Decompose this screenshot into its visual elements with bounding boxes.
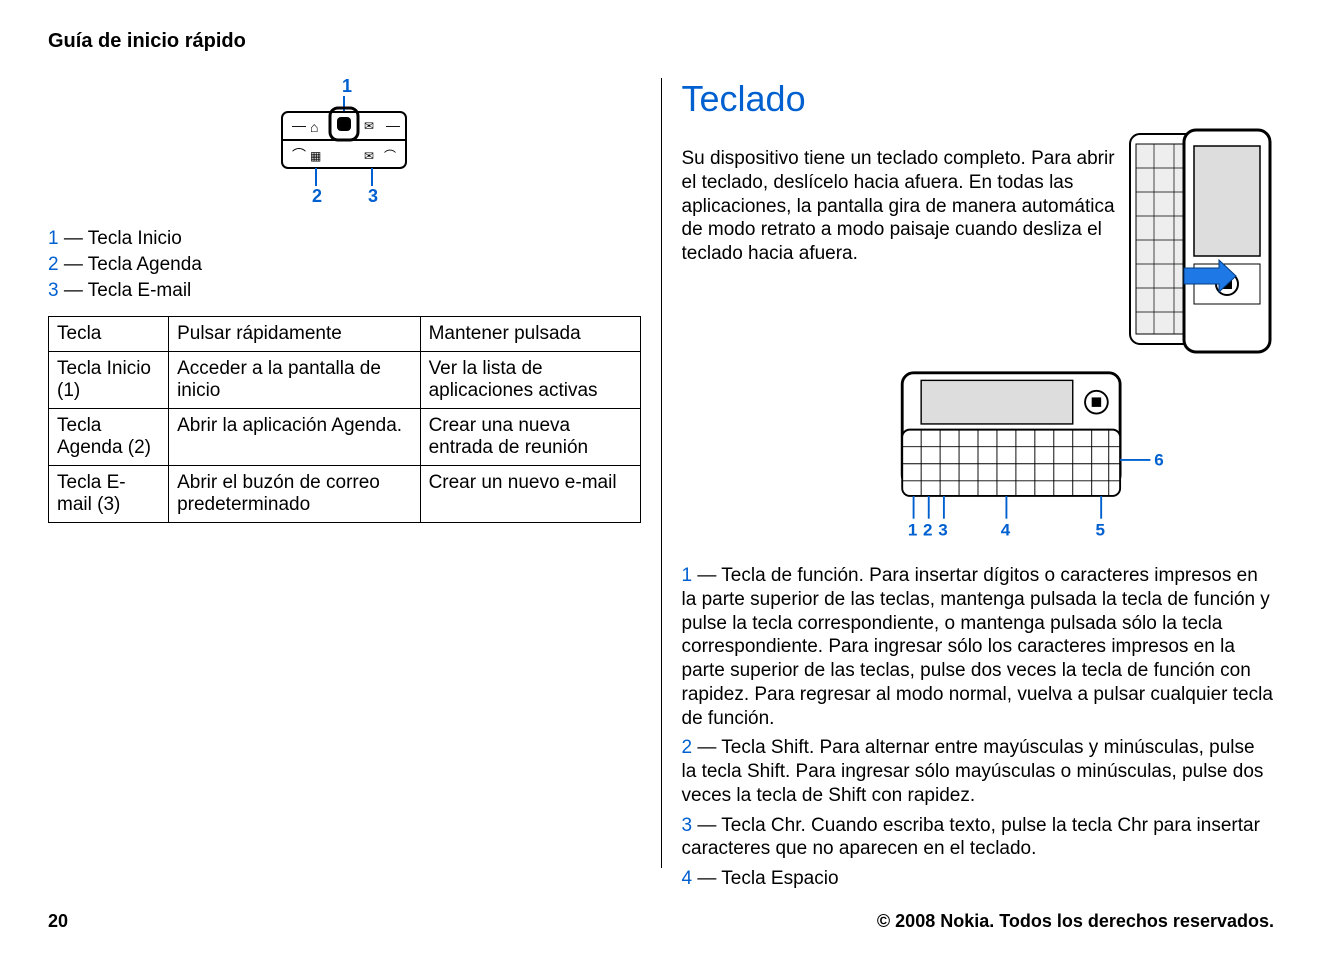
legend-text-3: — Tecla E-mail	[59, 280, 192, 301]
item-num-3: 3	[682, 815, 693, 836]
keyboard-descriptions: 1 — Tecla de función. Para insertar dígi…	[682, 564, 1275, 891]
cell: Tecla Inicio (1)	[49, 352, 169, 409]
key-legend: 1 — Tecla Inicio 2 — Tecla Agenda 3 — Te…	[48, 228, 641, 302]
svg-text:⌂: ⌂	[310, 119, 318, 135]
item-text-1: — Tecla de función. Para insertar dígito…	[682, 565, 1273, 729]
page-number: 20	[48, 911, 68, 932]
top-keys-diagram: 1 — ⌂ ✉ — ⌒ ▦ ✉ ⌒	[48, 78, 641, 208]
table-row: Tecla Agenda (2) Abrir la aplicación Age…	[49, 409, 641, 466]
right-column: Teclado	[662, 78, 1275, 868]
item-text-4: — Tecla Espacio	[692, 868, 838, 889]
svg-text:2: 2	[923, 521, 932, 540]
svg-text:✉: ✉	[364, 149, 374, 163]
th-long: Mantener pulsada	[420, 317, 640, 352]
svg-text:1: 1	[908, 521, 917, 540]
item-num-4: 4	[682, 868, 693, 889]
legend-num-3: 3	[48, 280, 59, 301]
cell: Tecla Agenda (2)	[49, 409, 169, 466]
cell: Acceder a la pantalla de inicio	[169, 352, 420, 409]
cell: Ver la lista de aplicaciones activas	[420, 352, 640, 409]
table-row: Tecla Pulsar rápidamente Mantener pulsad…	[49, 317, 641, 352]
cell: Tecla E-mail (3)	[49, 466, 169, 523]
legend-text-1: — Tecla Inicio	[59, 228, 182, 249]
left-column: 1 — ⌂ ✉ — ⌒ ▦ ✉ ⌒	[48, 78, 662, 868]
legend-text-2: — Tecla Agenda	[59, 254, 202, 275]
svg-text:—: —	[292, 117, 306, 133]
svg-text:5: 5	[1095, 521, 1104, 540]
legend-num-2: 2	[48, 254, 59, 275]
cell: Abrir el buzón de correo predeterminado	[169, 466, 420, 523]
cell: Crear una nueva entrada de reunión	[420, 409, 640, 466]
cell: Abrir la aplicación Agenda.	[169, 409, 420, 466]
copyright: © 2008 Nokia. Todos los derechos reserva…	[877, 911, 1274, 932]
svg-text:—: —	[386, 117, 400, 133]
svg-text:1: 1	[342, 78, 352, 96]
phone-slide-diagram	[1124, 128, 1274, 363]
svg-text:✉: ✉	[364, 119, 374, 133]
svg-text:▦: ▦	[310, 149, 321, 163]
svg-text:3: 3	[368, 186, 378, 206]
table-row: Tecla E-mail (3) Abrir el buzón de corre…	[49, 466, 641, 523]
item-num-1: 1	[682, 565, 693, 586]
page-footer: 20 © 2008 Nokia. Todos los derechos rese…	[48, 911, 1274, 932]
legend-num-1: 1	[48, 228, 59, 249]
item-num-2: 2	[682, 737, 693, 758]
svg-text:3: 3	[938, 521, 947, 540]
section-title: Teclado	[682, 78, 1275, 120]
svg-text:6: 6	[1154, 451, 1163, 470]
svg-text:4: 4	[1000, 521, 1010, 540]
svg-text:⌒: ⌒	[292, 147, 306, 163]
cell: Crear un nuevo e-mail	[420, 466, 640, 523]
item-text-3: — Tecla Chr. Cuando escriba texto, pulse…	[682, 815, 1260, 860]
page-header: Guía de inicio rápido	[48, 30, 1274, 53]
th-key: Tecla	[49, 317, 169, 352]
keys-table: Tecla Pulsar rápidamente Mantener pulsad…	[48, 316, 641, 523]
keyboard-diagram: 6 1 2 3 4 5	[682, 369, 1275, 554]
th-short: Pulsar rápidamente	[169, 317, 420, 352]
svg-text:2: 2	[312, 186, 322, 206]
svg-text:⌒: ⌒	[384, 149, 396, 163]
table-row: Tecla Inicio (1) Acceder a la pantalla d…	[49, 352, 641, 409]
item-text-2: — Tecla Shift. Para alternar entre mayús…	[682, 737, 1264, 806]
